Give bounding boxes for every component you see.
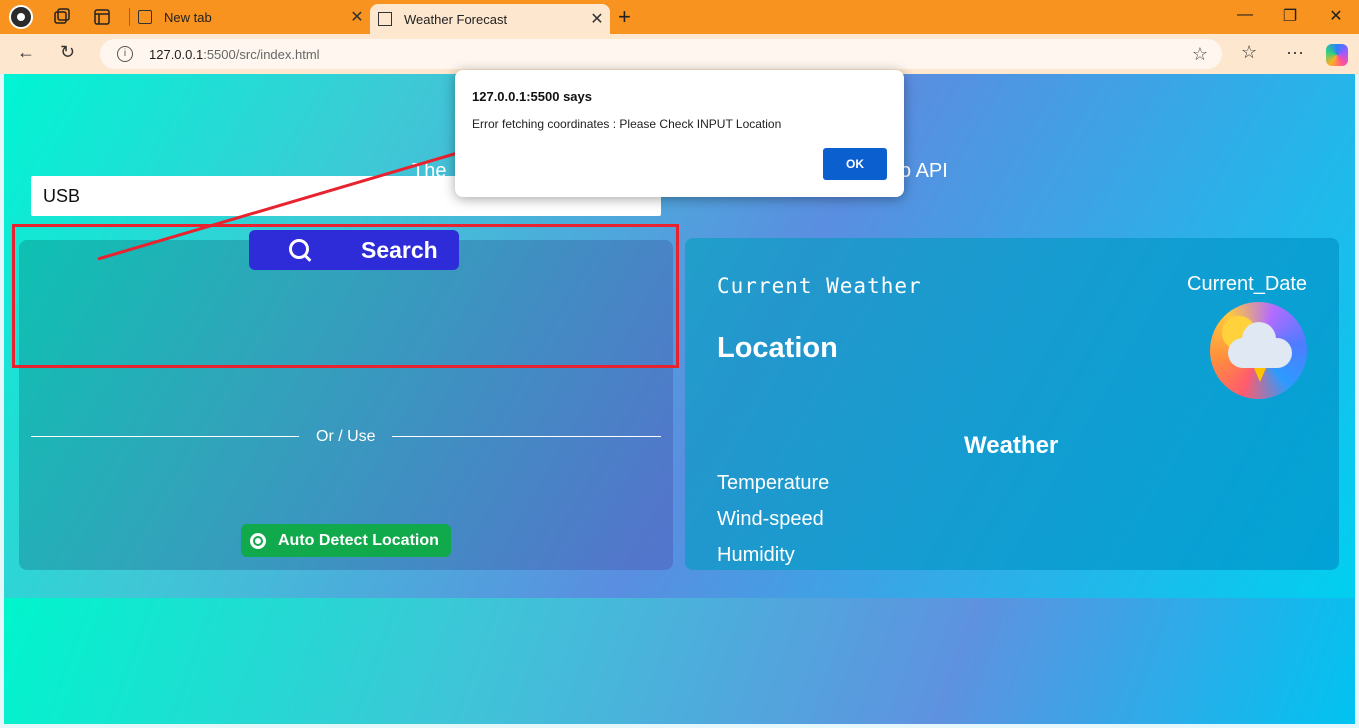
current-date: Current_Date xyxy=(1187,273,1308,295)
profile-avatar-icon[interactable] xyxy=(9,5,33,29)
alert-dialog: 127.0.0.1:5500 says Error fetching coord… xyxy=(455,70,904,197)
humidity-label: Humidity xyxy=(717,544,795,566)
url-text: 127.0.0.1:5500/src/index.html xyxy=(149,46,320,62)
location-label: Location xyxy=(717,332,838,364)
tab-label: Weather Forecast xyxy=(404,11,508,27)
annotation-highlight-box xyxy=(12,224,679,368)
auto-detect-location-button[interactable]: Auto Detect Location xyxy=(241,524,451,557)
address-toolbar: ← ↻ i 127.0.0.1:5500/src/index.html ☆ ☆ … xyxy=(0,34,1359,74)
copilot-icon[interactable] xyxy=(1326,44,1348,66)
close-tab-icon[interactable]: ✕ xyxy=(344,7,370,27)
auto-detect-label: Auto Detect Location xyxy=(278,531,439,549)
divider-right xyxy=(392,436,661,437)
tab-new-tab[interactable]: New tab ✕ xyxy=(130,0,370,34)
tab-weather-forecast[interactable]: Weather Forecast ✕ xyxy=(370,4,610,34)
current-weather-title: Current Weather xyxy=(717,274,922,298)
tab-label: New tab xyxy=(164,9,212,25)
restore-icon[interactable]: ❐ xyxy=(1267,6,1313,26)
favorite-star-icon[interactable]: ☆ xyxy=(1192,44,1208,65)
back-arrow-icon[interactable]: ← xyxy=(17,42,35,63)
tab-actions-icon[interactable] xyxy=(90,5,114,29)
close-tab-icon[interactable]: ✕ xyxy=(584,9,610,29)
dialog-origin: 127.0.0.1:5500 says xyxy=(472,89,592,104)
close-window-icon[interactable]: ✕ xyxy=(1313,6,1359,26)
or-use-label: Or / Use xyxy=(316,428,376,445)
address-bar[interactable]: i 127.0.0.1:5500/src/index.html ☆ xyxy=(100,39,1222,69)
favorites-icon[interactable]: ☆ xyxy=(1241,42,1257,63)
more-menu-icon[interactable]: ··· xyxy=(1286,42,1304,63)
divider-left xyxy=(31,436,299,437)
workspaces-icon[interactable] xyxy=(50,5,74,29)
temperature-label: Temperature xyxy=(717,472,830,494)
location-target-icon xyxy=(250,532,266,549)
new-tab-plus-icon[interactable]: + xyxy=(618,4,631,30)
page-subtitle-right: o API xyxy=(900,160,948,182)
browser-tab-bar: New tab ✕ Weather Forecast ✕ + — ❐ ✕ xyxy=(0,0,1359,34)
footer-section xyxy=(4,598,1355,724)
weather-storm-icon xyxy=(1210,302,1307,399)
page-favicon-icon xyxy=(378,12,392,26)
reload-icon[interactable]: ↻ xyxy=(60,42,75,63)
dialog-message: Error fetching coordinates : Please Chec… xyxy=(472,117,782,131)
site-info-icon[interactable]: i xyxy=(117,46,133,62)
weather-heading: Weather xyxy=(964,432,1059,459)
dialog-ok-button[interactable]: OK xyxy=(823,148,887,180)
minimize-icon[interactable]: — xyxy=(1222,6,1268,24)
wind-speed-label: Wind-speed xyxy=(717,508,824,530)
new-tab-favicon-icon xyxy=(138,10,152,24)
